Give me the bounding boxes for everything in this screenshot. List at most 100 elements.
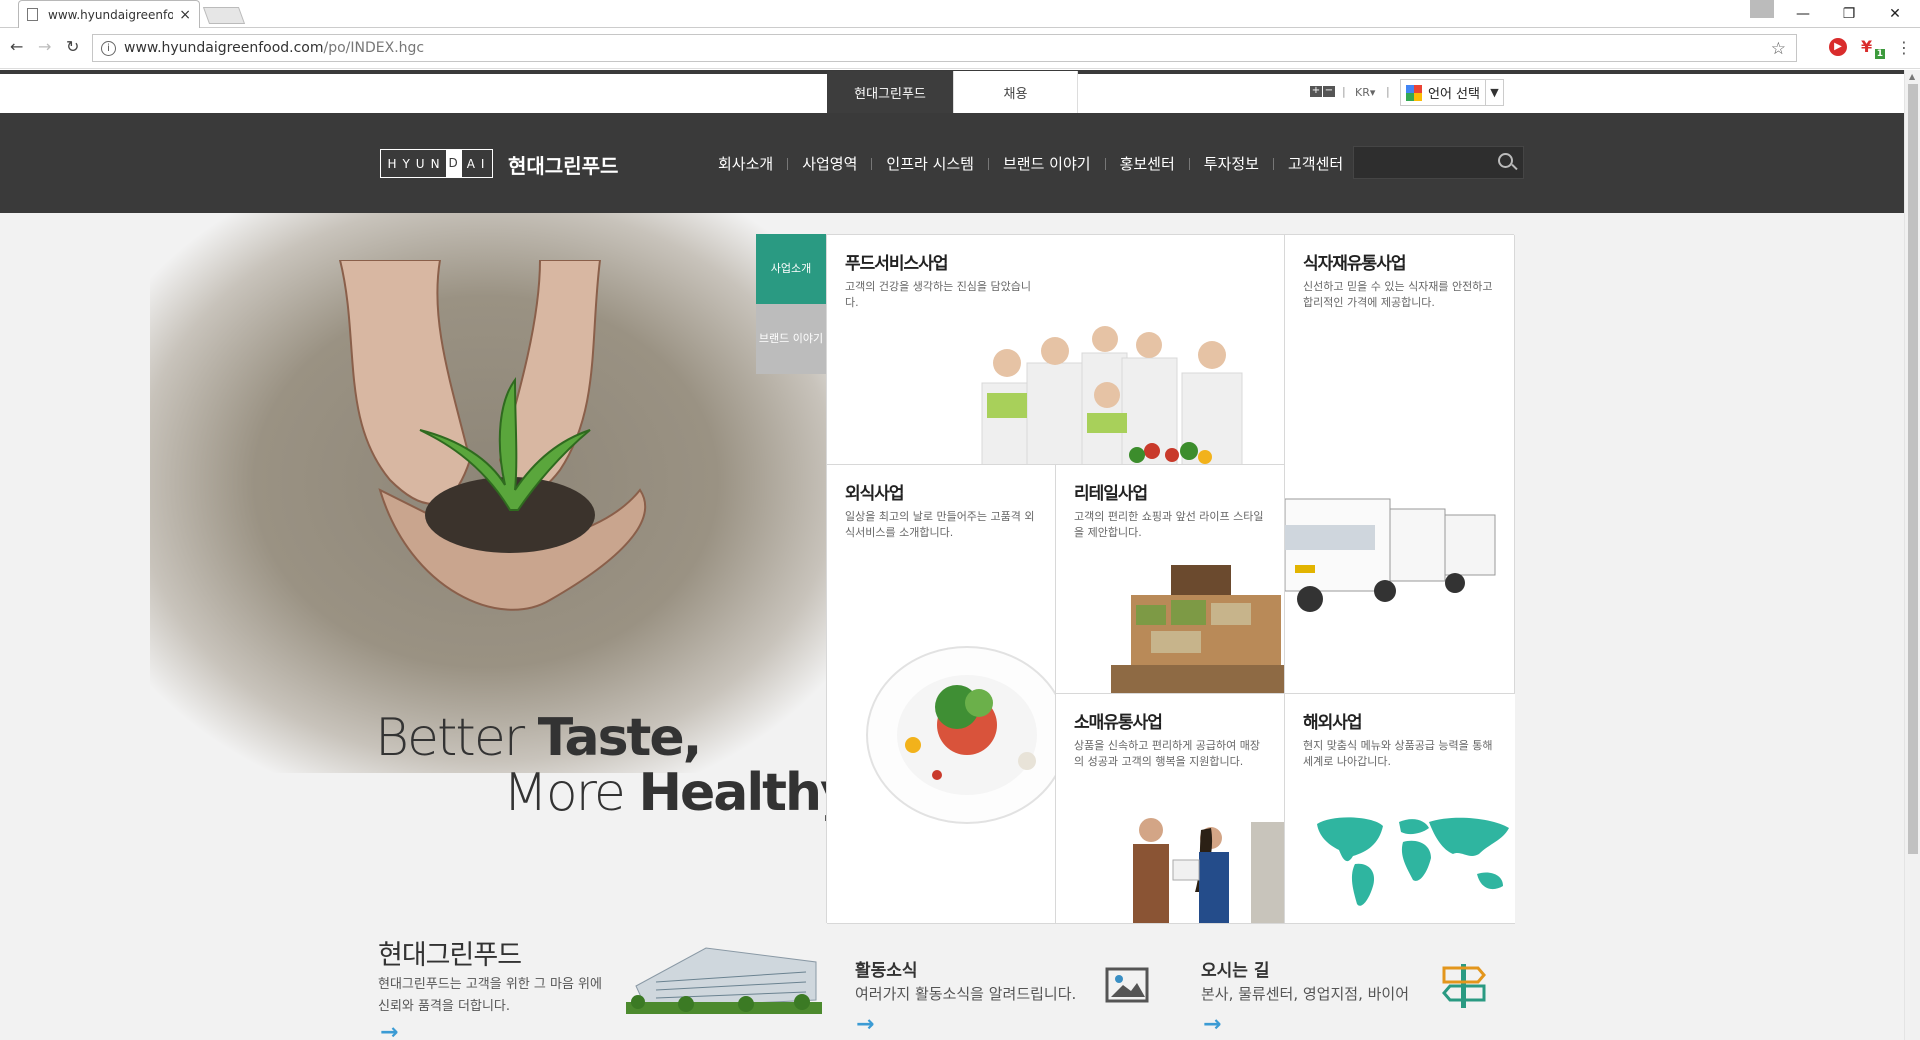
business-grid: 푸드서비스사업 고객의 건강을 생각하는 진심을 담았습니다. 식자재유통사업 … xyxy=(826,234,1515,924)
slogan-line-2: More Healthy xyxy=(503,763,854,823)
trucks-photo xyxy=(1285,498,1496,612)
minimize-icon[interactable]: — xyxy=(1788,0,1818,28)
tab-hyundai-greenfood[interactable]: 현대그린푸드 xyxy=(827,71,953,113)
directions-section-title[interactable]: 오시는 길 xyxy=(1201,956,1269,981)
divider: | xyxy=(1386,85,1390,98)
signpost-icon xyxy=(1442,964,1486,1008)
tab-brand-story[interactable]: 브랜드 이야기 xyxy=(756,304,826,374)
search-input[interactable] xyxy=(1353,146,1524,179)
address-bar[interactable]: i www.hyundaigreenfood.com/po/INDEX.hgc … xyxy=(92,34,1797,62)
card-title: 해외사업 xyxy=(1303,713,1363,733)
divider: | xyxy=(1342,85,1346,98)
menu-company[interactable]: 회사소개 xyxy=(704,153,787,174)
browser-menu-icon[interactable]: ⋮ xyxy=(1896,38,1912,57)
page-scrollbar[interactable]: ▲ xyxy=(1904,70,1920,1040)
forward-icon[interactable]: → xyxy=(38,37,51,56)
news-section-title[interactable]: 활동소식 xyxy=(855,956,918,981)
card-title: 리테일사업 xyxy=(1074,484,1148,504)
company-section-title: 현대그린푸드 xyxy=(378,940,522,971)
news-more-arrow[interactable]: → xyxy=(856,1012,874,1037)
news-section-desc: 여러가지 활동소식을 알려드립니다. xyxy=(855,985,1077,1003)
tab-close-icon[interactable]: × xyxy=(179,7,191,23)
scroll-up-icon[interactable]: ▲ xyxy=(1909,72,1915,81)
profile-icon[interactable] xyxy=(1750,0,1774,18)
slogan-light: More xyxy=(503,763,639,823)
slogan-bold: Healthy xyxy=(638,763,853,823)
logo-letter: H xyxy=(387,156,398,171)
image-gallery-icon xyxy=(1105,967,1149,1003)
tab-business-intro[interactable]: 사업소개 xyxy=(756,234,826,304)
url-path: /po/INDEX.hgc xyxy=(323,40,425,56)
language-select[interactable]: 언어 선택 ▼ xyxy=(1400,79,1504,106)
google-icon xyxy=(1406,84,1422,101)
retail-display-photo xyxy=(1111,565,1284,693)
url-host: www.hyundaigreenfood.com xyxy=(124,40,324,56)
logo-letter: I xyxy=(480,156,486,171)
dish-photo xyxy=(866,646,1055,824)
logo-letter: D xyxy=(445,150,462,177)
slogan-light: Better xyxy=(375,708,538,768)
tab-recruit[interactable]: 채용 xyxy=(953,71,1078,113)
extension-cart-icon[interactable]: ¥1 xyxy=(1861,37,1885,59)
chefs-photo xyxy=(977,323,1277,464)
card-ingredients[interactable]: 식자재유통사업 신선하고 믿을 수 있는 식자재를 안전하고 합리적인 가격에 … xyxy=(1285,235,1515,694)
page-viewport: 현대그린푸드 채용 + − | KR▾ | 언어 선택 ▼ H Y U N D … xyxy=(0,70,1904,1040)
logo-letter: N xyxy=(430,156,441,171)
browser-tab[interactable]: www.hyundaigreenfood × xyxy=(18,0,200,28)
font-plus-button[interactable]: + xyxy=(1310,86,1322,97)
font-minus-button[interactable]: − xyxy=(1323,86,1335,97)
card-desc: 신선하고 믿을 수 있는 식자재를 안전하고 합리적인 가격에 제공합니다. xyxy=(1303,280,1493,309)
company-section-desc: 현대그린푸드는 고객을 위한 그 마음 위에 신뢰와 품격을 더합니다. xyxy=(378,977,602,1014)
card-title: 푸드서비스사업 xyxy=(845,254,948,274)
slogan-bold: Taste, xyxy=(537,708,703,768)
menu-brand[interactable]: 브랜드 이야기 xyxy=(989,153,1105,174)
world-map-icon xyxy=(1317,817,1509,906)
main-menu: 회사소개 사업영역 인프라 시스템 브랜드 이야기 홍보센터 투자정보 고객센터 xyxy=(704,153,1357,174)
menu-pr[interactable]: 홍보센터 xyxy=(1106,153,1189,174)
logo-letter: Y xyxy=(402,156,411,171)
global-nav: H Y U N D A I 현대그린푸드 회사소개 사업영역 인프라 시스템 브… xyxy=(0,113,1904,213)
logo-letter: A xyxy=(466,156,476,171)
card-food-service[interactable]: 푸드서비스사업 고객의 건강을 생각하는 진심을 담았습니다. xyxy=(827,235,1285,465)
store-staff-photo xyxy=(1133,818,1284,923)
menu-infra[interactable]: 인프라 시스템 xyxy=(872,153,988,174)
info-icon[interactable]: i xyxy=(101,40,116,56)
card-title: 외식사업 xyxy=(845,484,905,504)
dropdown-arrow-icon: ▼ xyxy=(1485,80,1503,105)
extension-icon[interactable]: ▶ xyxy=(1829,38,1847,56)
card-desc: 고객의 건강을 생각하는 진심을 담았습니다. xyxy=(845,280,1032,309)
scrollbar-thumb[interactable] xyxy=(1908,84,1918,854)
card-retail[interactable]: 리테일사업 고객의 편리한 쇼핑과 앞선 라이프 스타일을 제안합니다. xyxy=(1056,465,1285,694)
language-select-label: 언어 선택 xyxy=(1428,87,1480,102)
restore-icon[interactable]: ❐ xyxy=(1834,0,1864,28)
browser-toolbar: ← → ↻ i www.hyundaigreenfood.com/po/INDE… xyxy=(0,29,1920,69)
menu-customer[interactable]: 고객센터 xyxy=(1274,153,1357,174)
hyundai-logo[interactable]: H Y U N D A I xyxy=(380,149,493,178)
menu-ir[interactable]: 투자정보 xyxy=(1190,153,1273,174)
font-size-controls: + − xyxy=(1310,86,1335,97)
utility-bar: 현대그린푸드 채용 + − | KR▾ | 언어 선택 ▼ xyxy=(0,70,1904,113)
menu-business[interactable]: 사업영역 xyxy=(788,153,871,174)
tab-title: www.hyundaigreenfood xyxy=(48,7,174,22)
page-icon xyxy=(27,8,38,21)
company-more-arrow[interactable]: → xyxy=(380,1020,398,1040)
card-desc: 현지 맞춤식 메뉴와 상품공급 능력을 통해 세계로 나아갑니다. xyxy=(1303,739,1493,768)
back-icon[interactable]: ← xyxy=(10,37,23,56)
extension-badge: 1 xyxy=(1874,49,1885,59)
directions-more-arrow[interactable]: → xyxy=(1203,1012,1221,1037)
window-close-icon[interactable]: ✕ xyxy=(1880,0,1910,28)
bookmark-star-icon[interactable]: ☆ xyxy=(1771,39,1786,59)
card-desc: 고객의 편리한 쇼핑과 앞선 라이프 스타일을 제안합니다. xyxy=(1074,510,1264,539)
card-dining[interactable]: 외식사업 일상을 최고의 날로 만들어주는 고품격 외식서비스를 소개합니다. xyxy=(827,465,1056,924)
card-title: 식자재유통사업 xyxy=(1303,254,1406,274)
card-overseas[interactable]: 해외사업 현지 맞춤식 메뉴와 상품공급 능력을 통해 세계로 나아갑니다. xyxy=(1285,694,1515,924)
brand-name[interactable]: 현대그린푸드 xyxy=(508,150,618,179)
language-code[interactable]: KR▾ xyxy=(1355,86,1375,99)
card-desc: 일상을 최고의 날로 만들어주는 고품격 외식서비스를 소개합니다. xyxy=(845,510,1035,539)
card-consumer-distribution[interactable]: 소매유통사업 상품을 신속하고 편리하게 공급하여 매장의 성공과 고객의 행복… xyxy=(1056,694,1285,924)
search-icon[interactable] xyxy=(1498,153,1513,168)
directions-section-desc: 본사, 물류센터, 영업지점, 바이어 xyxy=(1201,985,1410,1003)
hands-sprout-illustration xyxy=(338,260,646,611)
new-tab-button[interactable] xyxy=(202,7,246,24)
reload-icon[interactable]: ↻ xyxy=(66,37,79,56)
